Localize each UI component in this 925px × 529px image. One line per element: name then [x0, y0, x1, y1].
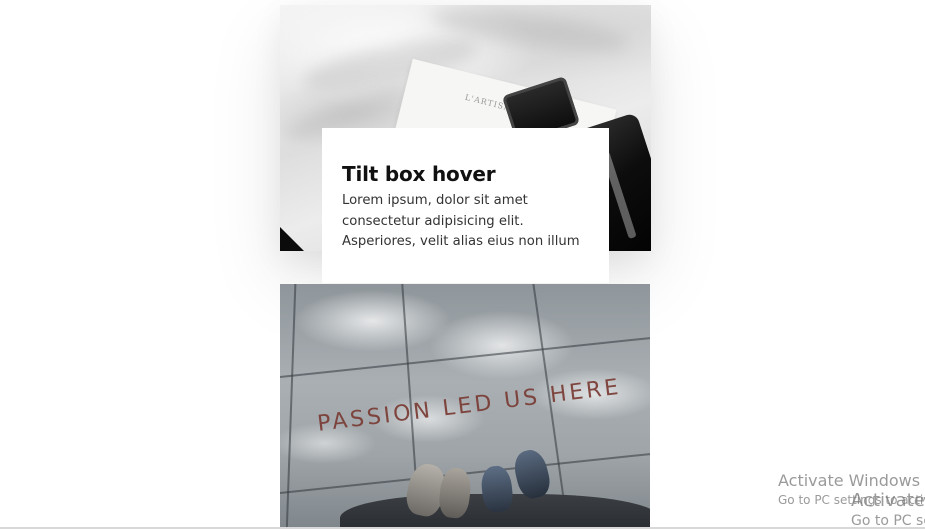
- black-corner: [280, 227, 304, 251]
- shoe-right-2: [510, 446, 554, 502]
- card-description: Lorem ipsum, dolor sit amet consectetur …: [342, 193, 580, 249]
- tilt-card-bottom[interactable]: PASSION LED US HERE: [280, 284, 650, 529]
- page: L'ARTISAN Tilt box hover Lorem ipsum, do…: [0, 0, 925, 529]
- card-title: Tilt box hover: [342, 162, 496, 186]
- floor-photo: PASSION LED US HERE: [280, 284, 650, 529]
- activation-watermark-title: Activate Windows: [778, 471, 921, 490]
- tilt-text-box[interactable]: Tilt box hover Lorem ipsum, dolor sit am…: [322, 128, 609, 283]
- floor-painted-text: PASSION LED US HERE: [316, 374, 623, 437]
- activation-watermark-title-dup: Activate: [851, 490, 925, 511]
